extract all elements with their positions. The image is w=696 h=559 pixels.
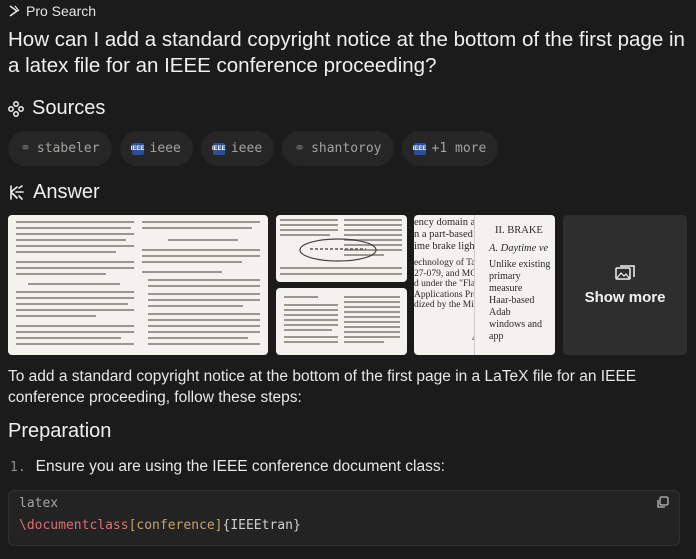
code-content[interactable]: \documentclass[conference]{IEEEtran} — [19, 518, 301, 533]
link-icon: ⚭ — [294, 141, 306, 156]
thumb4-text: windows and app — [489, 319, 543, 342]
source-chip-more[interactable]: IEEE +1 more — [401, 131, 499, 166]
code-language-label: latex — [19, 496, 59, 511]
code-block: latex \documentclass[conference]{IEEEtra… — [8, 490, 680, 546]
thumb4-text: Haar-based Adab — [489, 295, 535, 318]
copy-code-button[interactable] — [656, 496, 669, 514]
show-more-label: Show more — [584, 288, 666, 306]
source-chip-shantoroy[interactable]: ⚭ shantoroy — [282, 131, 394, 166]
image-thumbnail-document-5[interactable]: II. BRAKE A. Daytime ve Unlike existing … — [474, 215, 555, 355]
image-gallery-icon — [615, 264, 635, 280]
code-command: \documentclass — [19, 518, 129, 533]
sources-list: ⚭ stabeler IEEE ieee IEEE ieee ⚭ shantor… — [8, 131, 499, 166]
thumb4-subheading: A. Daytime ve — [489, 243, 549, 254]
source-chip-stabeler[interactable]: ⚭ stabeler — [8, 131, 112, 166]
source-chip-label: ieee — [230, 141, 263, 156]
sources-heading: Sources — [8, 97, 105, 120]
pro-search-label: Pro Search — [26, 3, 97, 19]
sources-title: Sources — [32, 97, 106, 119]
answer-intro: To add a standard copyright notice at th… — [8, 368, 637, 406]
answer-icon — [10, 185, 24, 200]
list-item-number: 1. — [10, 460, 26, 475]
source-chip-label: shantoroy — [311, 141, 382, 156]
annotation-oval — [299, 238, 377, 262]
pro-search-indicator: Pro Search — [8, 3, 96, 19]
answer-title: Answer — [33, 181, 100, 203]
ieee-icon: IEEE — [131, 142, 144, 155]
sources-icon — [8, 100, 24, 117]
question-title: How can I add a standard copyright notic… — [8, 28, 685, 77]
source-chip-label: +1 more — [431, 141, 487, 156]
code-argument: {IEEEtran} — [222, 518, 301, 533]
answer-heading: Answer — [8, 181, 100, 204]
link-icon: ⚭ — [20, 141, 31, 156]
pro-search-icon — [9, 5, 20, 17]
preparation-heading: Preparation — [8, 420, 112, 442]
thumb4-heading: II. BRAKE — [495, 225, 543, 236]
thumb4-text: Unlike existing — [489, 259, 551, 270]
show-more-images-button[interactable]: Show more — [563, 215, 687, 355]
list-item: 1. Ensure you are using the IEEE confere… — [10, 458, 445, 476]
image-thumbnail-document-1[interactable] — [8, 215, 268, 355]
image-thumbnail-document-3[interactable] — [276, 288, 407, 355]
list-item-text: Ensure you are using the IEEE conference… — [35, 458, 445, 475]
source-chip-label: stabeler — [36, 141, 100, 156]
image-thumbnail-document-2[interactable] — [276, 215, 407, 282]
source-chip-label: ieee — [149, 141, 181, 156]
thumb4-text: primary measure — [489, 271, 523, 294]
source-chip-ieee-1[interactable]: IEEE ieee — [119, 131, 193, 166]
copy-icon — [657, 496, 669, 508]
ieee-icon: IEEE — [413, 142, 426, 155]
source-chip-ieee-2[interactable]: IEEE ieee — [200, 131, 275, 166]
ieee-icon: IEEE — [212, 142, 226, 155]
code-option: [conference] — [128, 518, 223, 533]
